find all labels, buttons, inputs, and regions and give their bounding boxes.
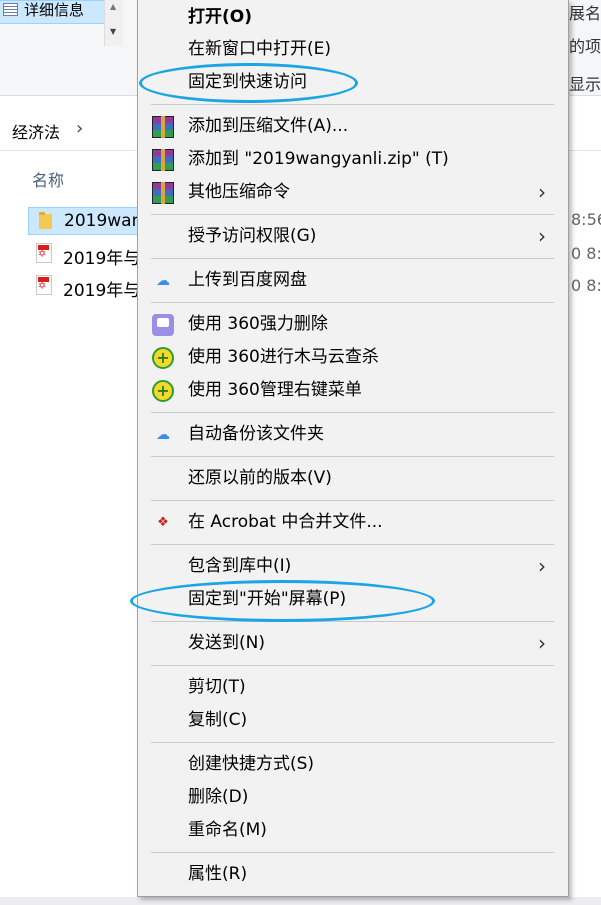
menu-separator bbox=[151, 456, 554, 457]
menu-item-360-shred[interactable]: 使用 360强力删除 bbox=[138, 309, 568, 339]
menu-item-label: 使用 360进行木马云查杀 bbox=[188, 347, 379, 367]
details-pane-button[interactable]: 详细信息 bbox=[0, 0, 105, 24]
menu-item-open[interactable]: 打开(O) bbox=[138, 2, 568, 32]
menu-item-label: 其他压缩命令 bbox=[188, 182, 290, 202]
menu-item-label: 在新窗口中打开(E) bbox=[188, 39, 332, 59]
360-security-icon: + bbox=[152, 347, 174, 369]
menu-separator bbox=[151, 258, 554, 259]
menu-item-label: 打开(O) bbox=[188, 7, 252, 27]
scroll-up-icon[interactable]: ▲ bbox=[110, 2, 116, 11]
menu-item-label: 发送到(N) bbox=[188, 633, 265, 653]
menu-item-360-scan[interactable]: + 使用 360进行木马云查杀 bbox=[138, 342, 568, 372]
menu-item-grant-access[interactable]: 授予访问权限(G) › bbox=[138, 221, 568, 251]
menu-separator bbox=[151, 302, 554, 303]
menu-item-label: 使用 360管理右键菜单 bbox=[188, 380, 362, 400]
pdf-icon bbox=[36, 275, 52, 295]
menu-item-label: 还原以前的版本(V) bbox=[188, 468, 332, 488]
menu-item-label: 属性(R) bbox=[188, 864, 248, 884]
submenu-arrow-icon: › bbox=[538, 180, 546, 204]
baidu-cloud-icon: ☁ bbox=[156, 273, 170, 289]
menu-item-properties[interactable]: 属性(R) bbox=[138, 859, 568, 889]
file-row-pdf[interactable]: 2019年与 bbox=[28, 241, 148, 269]
submenu-arrow-icon: › bbox=[538, 554, 546, 578]
file-name: 2019年与 bbox=[63, 249, 141, 269]
menu-item-label: 固定到快速访问 bbox=[188, 72, 307, 92]
menu-item-label: 授予访问权限(G) bbox=[188, 226, 317, 246]
file-modified-time: 0 8:5 bbox=[571, 244, 601, 263]
winrar-icon bbox=[152, 182, 174, 204]
ribbon-scroll[interactable]: ▲ ▼ bbox=[104, 0, 123, 46]
winrar-icon bbox=[152, 116, 174, 138]
menu-item-upload-baidu[interactable]: ☁ 上传到百度网盘 bbox=[138, 265, 568, 295]
ribbon-file-extensions-option[interactable]: 展名 bbox=[569, 0, 601, 24]
menu-item-rename[interactable]: 重命名(M) bbox=[138, 815, 568, 845]
menu-item-label: 重命名(M) bbox=[188, 820, 267, 840]
menu-separator bbox=[151, 214, 554, 215]
menu-item-acrobat-combine[interactable]: ❖ 在 Acrobat 中合并文件... bbox=[138, 507, 568, 537]
submenu-arrow-icon: › bbox=[538, 631, 546, 655]
menu-item-delete[interactable]: 删除(D) bbox=[138, 782, 568, 812]
menu-item-label: 添加到 "2019wangyanli.zip" (T) bbox=[188, 149, 449, 169]
breadcrumb[interactable]: 经济法 bbox=[12, 119, 60, 143]
menu-separator bbox=[151, 621, 554, 622]
breadcrumb-chevron-icon[interactable]: › bbox=[76, 118, 83, 139]
winrar-icon bbox=[152, 149, 174, 171]
menu-separator bbox=[151, 665, 554, 666]
menu-separator bbox=[151, 412, 554, 413]
menu-item-label: 复制(C) bbox=[188, 710, 248, 730]
menu-item-open-new-window[interactable]: 在新窗口中打开(E) bbox=[138, 34, 568, 64]
ribbon-hidden-items-option[interactable]: 的项目 bbox=[569, 33, 601, 57]
menu-item-label: 包含到库中(I) bbox=[188, 556, 292, 576]
menu-item-label: 使用 360强力删除 bbox=[188, 314, 328, 334]
menu-separator bbox=[151, 500, 554, 501]
menu-item-label: 剪切(T) bbox=[188, 677, 246, 697]
scroll-down-icon[interactable]: ▼ bbox=[110, 27, 116, 36]
menu-item-360-manage-menu[interactable]: + 使用 360管理右键菜单 bbox=[138, 375, 568, 405]
menu-item-label: 上传到百度网盘 bbox=[188, 270, 307, 290]
menu-item-label: 在 Acrobat 中合并文件... bbox=[188, 512, 383, 532]
menu-separator bbox=[151, 104, 554, 105]
menu-item-include-library[interactable]: 包含到库中(I) › bbox=[138, 551, 568, 581]
baidu-cloud-icon: ☁ bbox=[156, 427, 170, 443]
menu-item-auto-backup[interactable]: ☁ 自动备份该文件夹 bbox=[138, 419, 568, 449]
menu-item-add-to-zip[interactable]: 添加到 "2019wangyanli.zip" (T) bbox=[138, 144, 568, 174]
menu-item-label: 添加到压缩文件(A)... bbox=[188, 116, 349, 136]
pdf-icon bbox=[36, 243, 52, 263]
menu-item-pin-start[interactable]: 固定到"开始"屏幕(P) bbox=[138, 584, 568, 614]
menu-item-send-to[interactable]: 发送到(N) › bbox=[138, 628, 568, 658]
360-shredder-icon bbox=[152, 314, 174, 336]
menu-item-create-shortcut[interactable]: 创建快捷方式(S) bbox=[138, 749, 568, 779]
status-bar bbox=[0, 897, 601, 905]
context-menu: 打开(O) 在新窗口中打开(E) 固定到快速访问 添加到压缩文件(A)... 添… bbox=[137, 0, 569, 897]
menu-separator bbox=[151, 742, 554, 743]
menu-item-add-to-archive[interactable]: 添加到压缩文件(A)... bbox=[138, 111, 568, 141]
column-header-name[interactable]: 名称 bbox=[32, 167, 64, 191]
folder-icon bbox=[39, 212, 52, 229]
acrobat-icon: ❖ bbox=[157, 515, 169, 530]
file-name: 2019年与 bbox=[63, 281, 141, 301]
file-row-folder[interactable]: 2019wangyanli bbox=[28, 207, 194, 235]
file-modified-time: 0 8:5 bbox=[571, 276, 601, 295]
menu-separator bbox=[151, 544, 554, 545]
menu-separator bbox=[151, 852, 554, 853]
menu-item-restore-versions[interactable]: 还原以前的版本(V) bbox=[138, 463, 568, 493]
details-pane-label: 详细信息 bbox=[24, 1, 85, 19]
menu-item-pin-quick-access[interactable]: 固定到快速访问 bbox=[138, 67, 568, 97]
menu-item-label: 创建快捷方式(S) bbox=[188, 754, 315, 774]
menu-item-other-compress[interactable]: 其他压缩命令 › bbox=[138, 177, 568, 207]
file-modified-time: 8:56 bbox=[571, 210, 601, 229]
submenu-arrow-icon: › bbox=[538, 224, 546, 248]
ribbon-hide-selected-option[interactable]: 显示/隐 bbox=[569, 71, 601, 95]
menu-item-label: 删除(D) bbox=[188, 787, 249, 807]
menu-item-cut[interactable]: 剪切(T) bbox=[138, 672, 568, 702]
file-row-pdf[interactable]: 2019年与 bbox=[28, 273, 148, 301]
details-pane-icon bbox=[3, 3, 18, 16]
360-security-icon: + bbox=[152, 380, 174, 402]
menu-item-copy[interactable]: 复制(C) bbox=[138, 705, 568, 735]
menu-item-label: 自动备份该文件夹 bbox=[188, 424, 324, 444]
menu-item-label: 固定到"开始"屏幕(P) bbox=[188, 589, 347, 609]
